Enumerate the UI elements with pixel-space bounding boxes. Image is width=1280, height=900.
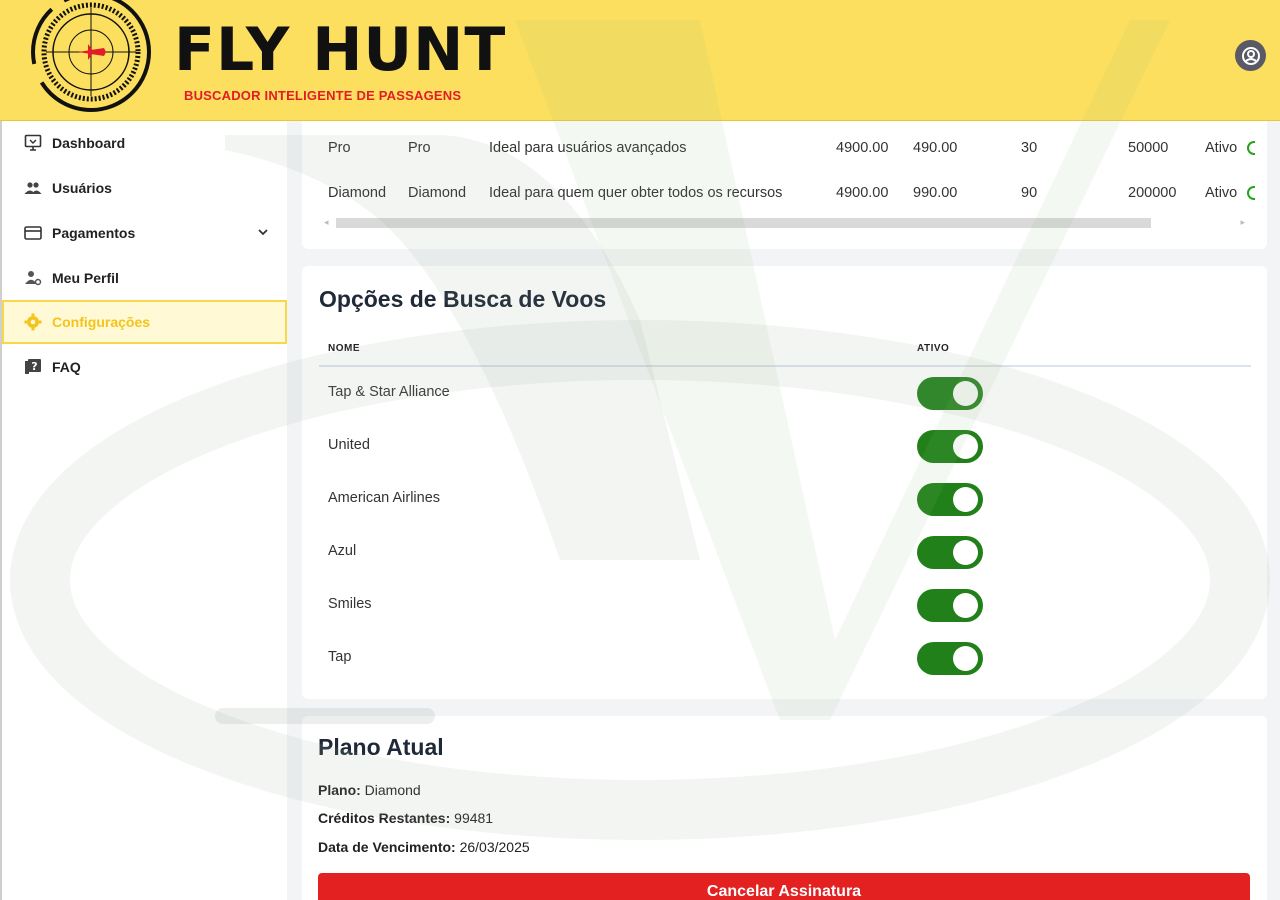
sidebar-item-meu-perfil[interactable]: Meu Perfil	[2, 256, 287, 300]
credits-info: Créditos Restantes: 99481	[318, 810, 493, 826]
table-row: Diamond Diamond Ideal para quem quer obt…	[302, 173, 1267, 217]
sidebar: Dashboard Usuários Pagamentos Meu Perfil…	[0, 121, 287, 900]
user-circle-icon	[1241, 46, 1260, 65]
column-header-active: ATIVO	[917, 343, 950, 354]
plan-value: Diamond	[364, 782, 421, 798]
brand-title: FLY HUNT	[174, 15, 507, 85]
column-header-name: NOME	[328, 343, 360, 354]
plan-label: Plano:	[318, 782, 361, 798]
plan-credits: 50000	[1128, 140, 1169, 156]
toggle-knob	[953, 381, 978, 406]
plan-price-b: 490.00	[913, 140, 958, 156]
airline-name: Tap	[328, 649, 352, 665]
profile-button[interactable]	[1235, 40, 1266, 71]
sidebar-item-label: Dashboard	[52, 135, 126, 151]
toggle-knob	[953, 593, 978, 618]
toggle-knob	[953, 487, 978, 512]
scroll-left-arrow-icon[interactable]: ◂	[324, 217, 329, 228]
active-toggle[interactable]	[917, 377, 983, 410]
table-row: Pro Pro Ideal para usuários avançados 49…	[302, 128, 1267, 172]
plan-status: Ativo	[1205, 140, 1238, 156]
expiry-info: Data de Vencimento: 26/03/2025	[318, 839, 530, 855]
plan-credits: 200000	[1128, 185, 1177, 201]
toggle-knob	[953, 434, 978, 459]
question-book-icon: ?	[24, 358, 42, 376]
sidebar-item-dashboard[interactable]: Dashboard	[2, 121, 287, 165]
sidebar-item-configuracoes[interactable]: Configurações	[2, 300, 287, 344]
chevron-down-icon[interactable]	[257, 225, 269, 241]
list-item: American Airlines	[302, 472, 1267, 525]
sidebar-item-label: Configurações	[52, 314, 151, 330]
expiry-value: 26/03/2025	[459, 839, 530, 855]
active-toggle[interactable]	[917, 589, 983, 622]
current-plan-card: Plano Atual Plano: Diamond Créditos Rest…	[302, 716, 1267, 900]
plan-name: Diamond	[328, 185, 387, 201]
plan-name: Pro	[328, 140, 351, 156]
list-item: Azul	[302, 525, 1267, 578]
brand-subtitle: BUSCADOR INTELIGENTE DE PASSAGENS	[184, 88, 462, 103]
sidebar-item-label: Meu Perfil	[52, 270, 119, 286]
gear-icon	[24, 313, 42, 331]
credit-card-icon	[24, 224, 42, 242]
active-toggle[interactable]	[917, 536, 983, 569]
plan-price-a: 4900.00	[836, 185, 889, 201]
svg-text:?: ?	[31, 360, 37, 373]
crosshair-logo-icon	[31, 0, 151, 112]
list-item: Smiles	[302, 578, 1267, 631]
airline-name: American Airlines	[328, 490, 441, 506]
active-toggle[interactable]	[917, 430, 983, 463]
user-gear-icon	[24, 269, 42, 287]
plans-table-card: Pro Pro Ideal para usuários avançados 49…	[302, 121, 1267, 249]
status-toggle-partial[interactable]	[1247, 141, 1255, 155]
scrollbar-thumb[interactable]	[336, 218, 1151, 228]
users-icon	[24, 179, 42, 197]
expiry-label: Data de Vencimento:	[318, 839, 456, 855]
cancel-subscription-button[interactable]: Cancelar Assinatura	[318, 873, 1250, 900]
plan-days: 90	[1021, 185, 1038, 201]
sidebar-item-faq[interactable]: ? FAQ	[2, 345, 287, 389]
plan-slug: Diamond	[408, 185, 467, 201]
sidebar-item-label: FAQ	[52, 359, 81, 375]
sidebar-item-label: Pagamentos	[52, 225, 136, 241]
list-item: United	[302, 419, 1267, 472]
plan-price-a: 4900.00	[836, 140, 889, 156]
plan-days: 30	[1021, 140, 1038, 156]
plan-description: Ideal para quem quer obter todos os recu…	[489, 185, 783, 201]
plan-slug: Pro	[408, 140, 431, 156]
credits-label: Créditos Restantes:	[318, 810, 451, 826]
status-toggle-partial[interactable]	[1247, 186, 1255, 200]
search-options-title: Opções de Busca de Voos	[319, 286, 607, 312]
plan-description: Ideal para usuários avançados	[489, 140, 687, 156]
toggle-knob	[953, 540, 978, 565]
scroll-right-arrow-icon[interactable]: ▸	[1240, 217, 1245, 228]
plan-price-b: 990.00	[913, 185, 958, 201]
monitor-icon	[24, 134, 42, 152]
active-toggle[interactable]	[917, 642, 983, 675]
current-plan-title: Plano Atual	[318, 734, 444, 760]
airline-name: United	[328, 437, 370, 453]
horizontal-scrollbar[interactable]: ◂ ▸	[322, 216, 1247, 230]
active-toggle[interactable]	[917, 483, 983, 516]
main-content: Pro Pro Ideal para usuários avançados 49…	[287, 121, 1280, 900]
airline-name: Smiles	[328, 596, 372, 612]
sidebar-item-pagamentos[interactable]: Pagamentos	[2, 211, 287, 255]
list-item: Tap	[302, 631, 1267, 684]
list-item: Tap & Star Alliance	[302, 366, 1267, 419]
search-options-card: Opções de Busca de Voos NOME ATIVO Tap &…	[302, 266, 1267, 699]
top-header: FLY HUNT BUSCADOR INTELIGENTE DE PASSAGE…	[0, 0, 1280, 121]
sidebar-item-label: Usuários	[52, 180, 112, 196]
credits-value: 99481	[454, 810, 494, 826]
airline-name: Tap & Star Alliance	[328, 384, 450, 400]
toggle-knob	[953, 646, 978, 671]
plan-info: Plano: Diamond	[318, 782, 421, 798]
sidebar-item-usuarios[interactable]: Usuários	[2, 166, 287, 210]
plan-status: Ativo	[1205, 185, 1238, 201]
airline-name: Azul	[328, 543, 357, 559]
